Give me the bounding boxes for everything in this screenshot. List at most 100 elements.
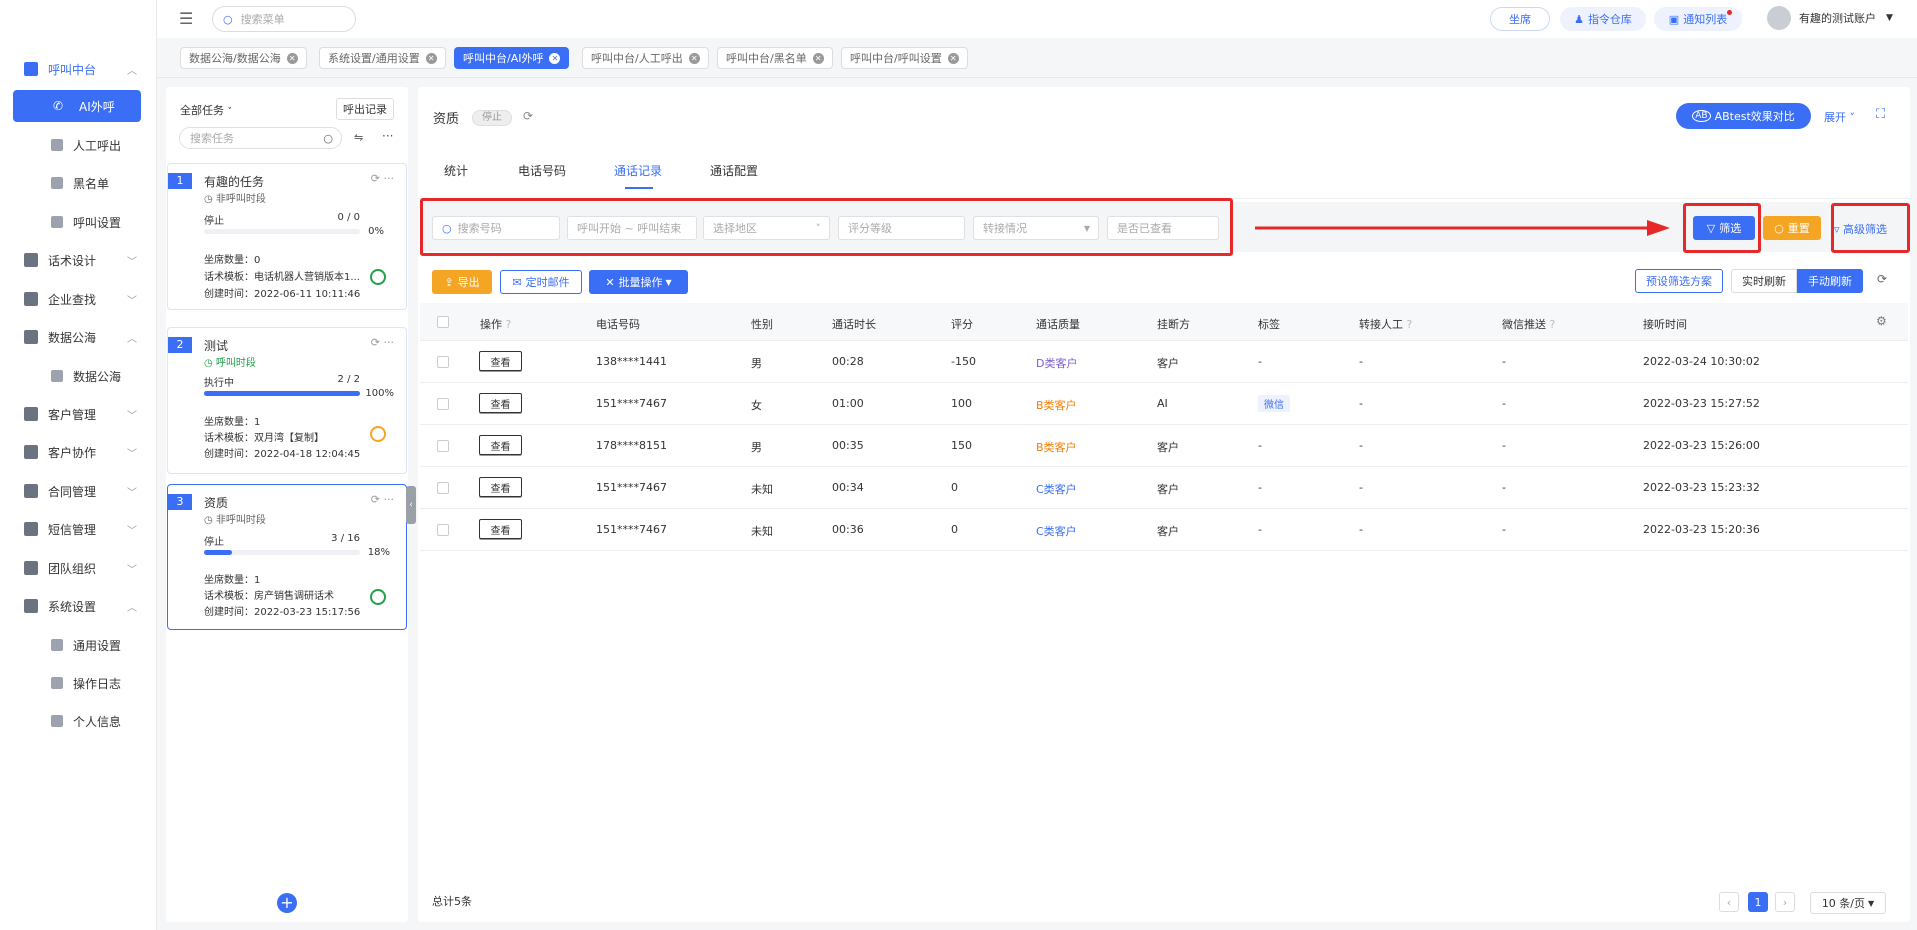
close-icon[interactable]: ✕	[286, 52, 298, 64]
sidebar-item-company-search[interactable]: 企业查找 ﹀	[0, 285, 157, 313]
subtab-call-config[interactable]: 通话配置	[710, 162, 758, 179]
menu-fold-icon[interactable]: ☰	[179, 9, 193, 28]
task-filter-dropdown[interactable]: 全部任务 ˅	[180, 102, 232, 118]
reset-button[interactable]: ○ 重置	[1763, 216, 1821, 240]
sidebar-item-system-settings[interactable]: 系统设置 ︿	[0, 592, 157, 620]
realtime-refresh-button[interactable]: 实时刷新	[1731, 269, 1797, 293]
cell-time: 2022-03-23 15:20:36	[1643, 523, 1760, 536]
sidebar-item-script-design[interactable]: 话术设计 ﹀	[0, 246, 157, 274]
cell-phone: 151****7467	[596, 397, 667, 410]
collapse-handle[interactable]: ‹	[406, 486, 416, 524]
refresh-icon[interactable]: ⟳ ···	[371, 336, 394, 349]
row-checkbox[interactable]	[437, 398, 449, 410]
next-page-button[interactable]: ›	[1775, 892, 1795, 912]
task-search-input[interactable]: 搜索任务 ○	[179, 127, 342, 149]
view-button[interactable]: 查看	[479, 435, 522, 455]
tab-blacklist[interactable]: 呼叫中台/黑名单 ✕	[717, 47, 833, 69]
tab-data-pool[interactable]: 数据公海/数据公海 ✕	[180, 47, 307, 69]
page-1-button[interactable]: 1	[1748, 892, 1768, 912]
sidebar-item-general-settings[interactable]: 通用设置	[0, 631, 157, 659]
sidebar-item-call-settings[interactable]: 呼叫设置	[0, 208, 157, 236]
sidebar-item-call-center[interactable]: 呼叫中台 ︿	[0, 55, 157, 83]
manual-refresh-button[interactable]: 手动刷新	[1797, 269, 1863, 293]
close-icon[interactable]: ✕	[688, 52, 700, 64]
task-card-3[interactable]: 3 资质 ⟳ ··· ◷ 非呼叫时段 停止 3 / 16 18% 坐席数量：1 …	[167, 484, 407, 630]
chevron-down-icon: ﹀	[127, 256, 137, 268]
sidebar-item-customer-mgmt[interactable]: 客户管理 ﹀	[0, 400, 157, 428]
refresh-icon[interactable]: ⟳ ···	[371, 493, 394, 506]
filter-button[interactable]: ▽ 筛选	[1693, 216, 1755, 240]
row-checkbox[interactable]	[437, 440, 449, 452]
play-icon[interactable]	[370, 589, 386, 605]
subtab-stats[interactable]: 统计	[444, 162, 468, 179]
task-card-1[interactable]: 1 有趣的任务 ⟳ ··· ◷ 非呼叫时段 停止 0 / 0 0% 坐席数量：0…	[167, 163, 407, 310]
sidebar-item-operation-log[interactable]: 操作日志	[0, 669, 157, 697]
warning-icon	[51, 177, 63, 189]
close-icon[interactable]: ✕	[425, 52, 437, 64]
play-icon[interactable]	[370, 269, 386, 285]
mail-icon: ✉	[512, 275, 522, 289]
subtab-call-records[interactable]: 通话记录	[614, 162, 662, 179]
row-checkbox[interactable]	[437, 524, 449, 536]
cell-score: 100	[951, 397, 972, 410]
close-icon[interactable]: ✕	[947, 52, 959, 64]
tab-call-settings[interactable]: 呼叫中台/呼叫设置 ✕	[841, 47, 968, 69]
subtab-phones[interactable]: 电话号码	[518, 162, 566, 179]
row-checkbox[interactable]	[437, 356, 449, 368]
cell-score: -150	[951, 355, 976, 368]
tab-general-settings[interactable]: 系统设置/通用设置 ✕	[319, 47, 446, 69]
command-warehouse-button[interactable]: ♟ 指令仓库	[1560, 7, 1646, 31]
tab-manual-call[interactable]: 呼叫中台/人工呼出 ✕	[582, 47, 709, 69]
sidebar-item-personal-info[interactable]: 个人信息	[0, 707, 157, 735]
log-icon	[51, 677, 63, 689]
close-icon[interactable]: ✕	[549, 52, 561, 64]
export-button[interactable]: ⇪ 导出	[432, 270, 492, 294]
view-button[interactable]: 查看	[479, 519, 522, 539]
scheduled-mail-button[interactable]: ✉ 定时邮件	[500, 270, 582, 294]
notice-list-button[interactable]: ▣ 通知列表	[1654, 7, 1742, 31]
preset-filter-button[interactable]: 预设筛选方案	[1635, 269, 1723, 293]
sidebar-item-manual-call[interactable]: 人工呼出	[0, 131, 157, 159]
view-button[interactable]: 查看	[479, 393, 522, 413]
sidebar-item-contract[interactable]: 合同管理 ﹀	[0, 477, 157, 505]
prev-page-button[interactable]: ‹	[1719, 892, 1739, 912]
advanced-filter-button[interactable]: ▿ 高级筛选	[1834, 221, 1887, 237]
batch-ops-button[interactable]: ✕ 批量操作 ▼	[589, 270, 688, 294]
sidebar-item-data-pool-sub[interactable]: 数据公海	[0, 362, 157, 390]
refresh-icon[interactable]: ⟳	[523, 109, 533, 123]
expand-button[interactable]: 展开 ˅	[1824, 109, 1855, 125]
fullscreen-icon[interactable]: ⛶	[1876, 107, 1885, 122]
close-icon[interactable]: ✕	[812, 52, 824, 64]
task-card-2[interactable]: 2 测试 ⟳ ··· ◷ 呼叫时段 执行中 2 / 2 100% 坐席数量：1 …	[167, 327, 407, 474]
tabs-bar: 数据公海/数据公海 ✕ 系统设置/通用设置 ✕ 呼叫中台/AI外呼 ✕ 呼叫中台/人工…	[157, 38, 1917, 78]
view-button[interactable]: 查看	[479, 351, 522, 371]
sort-icon[interactable]: ⇋	[354, 131, 363, 144]
refresh-icon[interactable]: ⟳	[1877, 272, 1887, 286]
menu-search-input[interactable]: ○ 搜索菜单	[212, 6, 356, 32]
page-size-select[interactable]: 10 条/页 ▼	[1810, 892, 1886, 914]
select-all-checkbox[interactable]	[437, 316, 449, 328]
sidebar-item-sms[interactable]: 短信管理 ﹀	[0, 515, 157, 543]
call-records-button[interactable]: 呼出记录	[336, 98, 394, 120]
cell-hangup: 客户	[1157, 483, 1179, 496]
clock-icon: ◷	[204, 515, 216, 526]
tab-ai-call[interactable]: 呼叫中台/AI外呼 ✕	[454, 47, 570, 69]
sidebar-item-data-pool[interactable]: 数据公海 ︿	[0, 323, 157, 351]
account-menu[interactable]: 有趣的测试账户 ▼	[1767, 6, 1893, 30]
pause-icon[interactable]	[370, 426, 386, 442]
sidebar-item-ai-call[interactable]: ✆ AI外呼	[13, 90, 141, 122]
sidebar-item-team[interactable]: 团队组织 ﹀	[0, 554, 157, 582]
ab-icon: AB	[1692, 110, 1711, 122]
view-button[interactable]: 查看	[479, 477, 522, 497]
more-icon[interactable]: ···	[382, 129, 393, 143]
seat-button[interactable]: 坐席	[1490, 7, 1550, 31]
abtest-button[interactable]: AB ABtest效果对比	[1676, 103, 1811, 129]
cell-gender: 男	[751, 441, 762, 454]
row-checkbox[interactable]	[437, 482, 449, 494]
sidebar-item-blacklist[interactable]: 黑名单	[0, 169, 157, 197]
settings-icon[interactable]: ⚙	[1876, 314, 1887, 328]
add-task-button[interactable]: +	[277, 893, 297, 913]
sidebar-item-customer-collab[interactable]: 客户协作 ﹀	[0, 438, 157, 466]
cell-tag: -	[1258, 439, 1262, 452]
refresh-icon[interactable]: ⟳ ···	[371, 172, 394, 185]
